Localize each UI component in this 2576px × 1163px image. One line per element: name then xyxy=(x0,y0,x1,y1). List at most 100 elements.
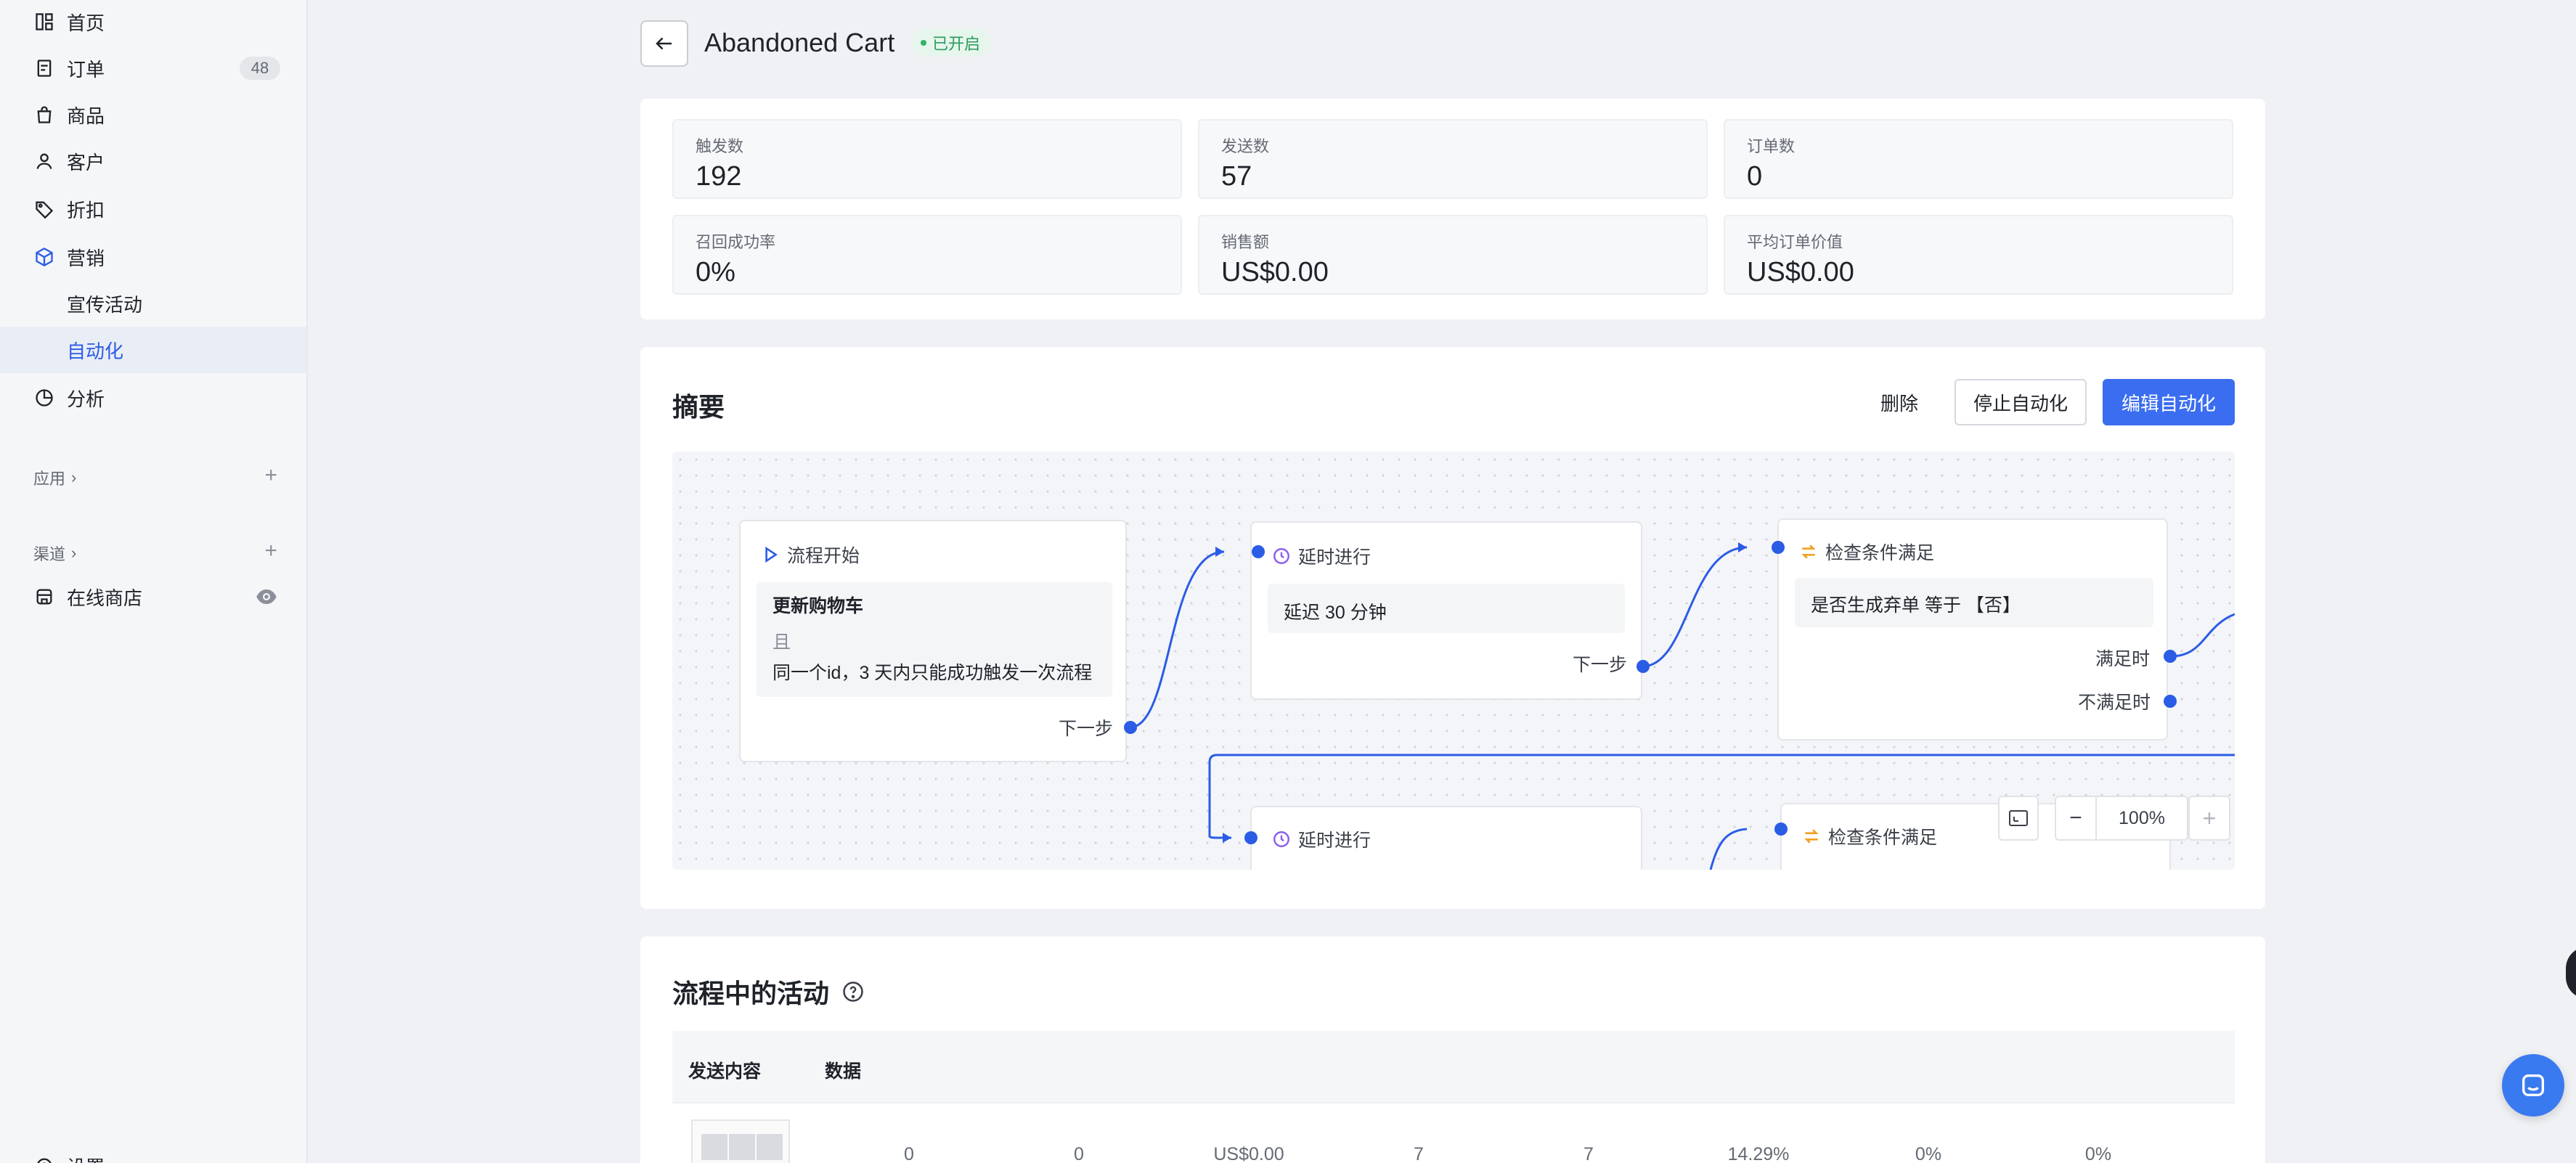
sidebar-item-discounts[interactable]: 折扣 xyxy=(0,186,306,232)
thumbnail-block xyxy=(757,1134,783,1160)
sidebar-item-label: 折扣 xyxy=(67,199,105,221)
stat-orders: 订单数 0 xyxy=(1724,119,2233,199)
stat-recovery-rate: 召回成功率 0% xyxy=(672,215,1182,295)
sidebar-item-marketing[interactable]: 营销 xyxy=(0,234,306,280)
zoom-level: 100% xyxy=(2119,807,2165,828)
zoom-out-button[interactable]: − xyxy=(2056,797,2097,839)
stat-value: 192 xyxy=(696,161,742,192)
sidebar-item-label: 在线商店 xyxy=(67,587,143,609)
eye-icon[interactable] xyxy=(256,588,277,605)
sidebar-item-settings[interactable]: 设置 xyxy=(0,1143,306,1163)
table-cell: 0% xyxy=(1915,1144,1942,1163)
stat-value: 0% xyxy=(696,257,735,287)
stat-value: US$0.00 xyxy=(1747,257,1854,287)
store-icon xyxy=(33,586,55,608)
stat-sales: 销售额 US$0.00 xyxy=(1198,215,1708,295)
status-dot-icon xyxy=(921,40,926,46)
add-app-icon[interactable]: + xyxy=(264,465,277,486)
sidebar-item-label: 商品 xyxy=(67,105,105,127)
activity-title-text: 流程中的活动 xyxy=(672,979,830,1008)
output-port[interactable] xyxy=(1637,660,1650,673)
output-port-no[interactable] xyxy=(2164,695,2177,708)
floating-handle[interactable] xyxy=(2566,947,2576,999)
column-header-content: 发送内容 xyxy=(688,1061,762,1082)
add-channel-icon[interactable]: + xyxy=(264,540,277,562)
chat-button[interactable] xyxy=(2502,1054,2564,1117)
sidebar-item-products[interactable]: 商品 xyxy=(0,91,306,138)
stat-label: 销售额 xyxy=(1221,233,1270,251)
node-header: 检查条件满足 xyxy=(1799,539,1934,565)
node-title: 流程开始 xyxy=(787,546,860,566)
arrow-left-icon xyxy=(656,37,672,50)
stat-sends: 发送数 57 xyxy=(1198,119,1708,199)
sidebar-item-label: 客户 xyxy=(67,151,105,174)
sidebar-item-label: 首页 xyxy=(67,12,105,34)
stat-label: 平均订单价值 xyxy=(1747,233,1843,251)
input-port[interactable] xyxy=(1244,831,1258,844)
table-cell: 7 xyxy=(1583,1144,1594,1163)
stat-value: 57 xyxy=(1221,161,1252,192)
edit-automation-button[interactable]: 编辑自动化 xyxy=(2103,379,2235,425)
activity-title: 流程中的活动 xyxy=(672,973,864,1011)
sidebar-item-label: 分析 xyxy=(67,388,105,410)
flow-canvas[interactable]: 流程开始 更新购物车 且 同一个id，3 天内只能成功触发一次流程 下一步 延时… xyxy=(672,452,2235,870)
trigger-event: 更新购物车 xyxy=(773,596,864,616)
stat-triggers: 触发数 192 xyxy=(672,119,1182,199)
table-cell: 0 xyxy=(1074,1144,1084,1163)
node-title: 延时进行 xyxy=(1298,831,1371,851)
branch-no-label: 不满足时 xyxy=(2078,693,2151,713)
delay-body: 延迟 30 分钟 xyxy=(1268,584,1625,633)
trigger-rule: 同一个id，3 天内只能成功触发一次流程 xyxy=(773,663,1093,683)
sidebar-item-automation[interactable]: 自动化 xyxy=(0,327,306,373)
input-port[interactable] xyxy=(1252,545,1265,558)
order-count-badge: 48 xyxy=(240,57,280,80)
stop-automation-button[interactable]: 停止自动化 xyxy=(1955,379,2087,425)
chat-icon xyxy=(2522,1074,2544,1096)
sidebar-item-campaigns[interactable]: 宣传活动 xyxy=(0,280,306,327)
apps-section-label[interactable]: 应用 › xyxy=(33,466,76,489)
channels-section-label[interactable]: 渠道 › xyxy=(33,542,76,565)
flow-start-node[interactable]: 流程开始 更新购物车 且 同一个id，3 天内只能成功触发一次流程 下一步 xyxy=(739,520,1127,762)
sidebar-item-online-store[interactable]: 在线商店 xyxy=(0,574,306,620)
stat-label: 召回成功率 xyxy=(696,233,776,251)
sidebar-item-orders[interactable]: 订单 48 xyxy=(0,45,306,91)
sidebar-item-label: 自动化 xyxy=(67,340,124,362)
start-node-body: 更新购物车 且 同一个id，3 天内只能成功触发一次流程 xyxy=(757,582,1112,697)
branch-icon xyxy=(1801,544,1816,559)
delete-button[interactable]: 删除 xyxy=(1866,379,1933,425)
input-port[interactable] xyxy=(1774,823,1788,836)
email-thumbnail[interactable] xyxy=(691,1119,790,1163)
stat-value: US$0.00 xyxy=(1221,257,1329,287)
check-condition-node[interactable]: 检查条件满足 是否生成弃单 等于 【否】 满足时 不满足时 xyxy=(1777,518,2168,740)
sidebar-item-analytics[interactable]: 分析 xyxy=(0,375,306,421)
delay-node[interactable]: 延时进行 延迟 30 分钟 下一步 xyxy=(1250,521,1642,700)
sidebar-item-customers[interactable]: 客户 xyxy=(0,138,306,184)
clock-icon xyxy=(1273,831,1289,847)
dashboard-icon xyxy=(33,11,55,33)
node-header: 流程开始 xyxy=(761,542,860,568)
sidebar: 首页 订单 48 商品 客户 折扣 营销 宣传活动 自动化 分析 应用 › + … xyxy=(0,0,308,1163)
fit-view-button[interactable] xyxy=(1998,796,2039,841)
channels-label: 渠道 xyxy=(33,545,66,563)
output-port[interactable] xyxy=(1124,721,1137,734)
chevron-right-icon: › xyxy=(71,468,77,486)
table-cell: 0 xyxy=(904,1144,914,1163)
input-port[interactable] xyxy=(1772,541,1785,554)
delay-node[interactable]: 延时进行 xyxy=(1250,806,1642,870)
node-title: 检查条件满足 xyxy=(1828,828,1938,848)
sidebar-item-home[interactable]: 首页 xyxy=(0,0,306,45)
back-button[interactable] xyxy=(640,20,688,67)
sidebar-item-label: 订单 xyxy=(67,58,105,81)
thumbnail-block xyxy=(729,1134,755,1160)
bag-icon xyxy=(33,104,55,126)
zoom-in-button[interactable]: + xyxy=(2188,796,2230,841)
play-icon xyxy=(765,546,778,563)
sidebar-item-label: 宣传活动 xyxy=(67,293,143,316)
node-title: 检查条件满足 xyxy=(1825,543,1935,563)
output-port-yes[interactable] xyxy=(2164,650,2177,663)
stat-label: 订单数 xyxy=(1747,137,1796,155)
user-icon xyxy=(33,150,55,172)
condition-and: 且 xyxy=(773,632,791,653)
help-icon[interactable] xyxy=(842,981,864,1003)
stat-label: 触发数 xyxy=(696,137,744,155)
